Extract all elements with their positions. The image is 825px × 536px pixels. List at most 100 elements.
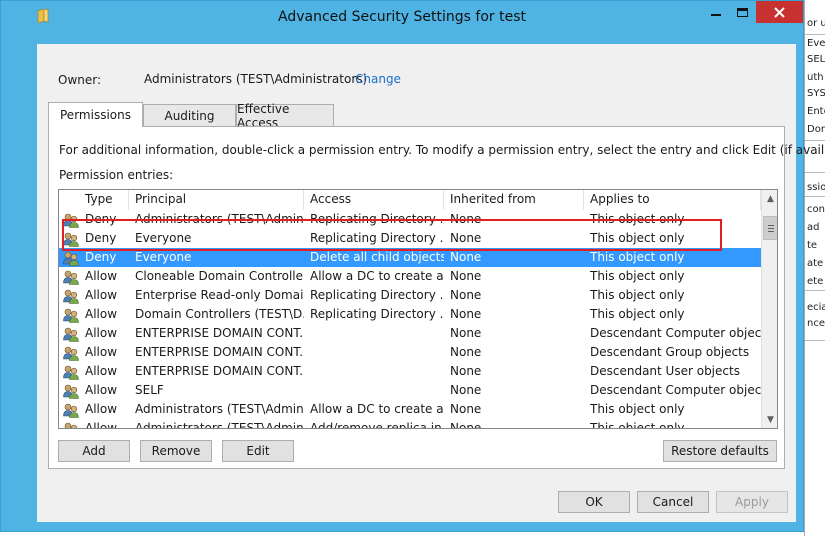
background-divider (805, 140, 825, 141)
permission-entries-list[interactable]: Type Principal Access Inherited from App… (58, 189, 778, 429)
cell-principal: ENTERPRISE DOMAIN CONT... (135, 326, 304, 340)
title-bar[interactable]: Advanced Security Settings for test (1, 1, 803, 35)
user-group-icon (63, 289, 79, 304)
edit-button[interactable]: Edit (222, 440, 294, 462)
cell-access: Replicating Directory ... (310, 288, 444, 302)
info-text: For additional information, double-click… (59, 143, 825, 157)
cell-inherited: None (450, 212, 482, 226)
table-row[interactable]: Deny Administrators (TEST\Admin... Replica… (59, 210, 761, 229)
column-header-inherited-from[interactable]: Inherited from (444, 190, 584, 210)
vertical-scrollbar[interactable]: ▲ ▼ (761, 190, 777, 428)
column-header-principal[interactable]: Principal (129, 190, 304, 210)
cell-principal: ENTERPRISE DOMAIN CONT... (135, 345, 304, 359)
cell-applies: Descendant Computer objects (590, 383, 761, 397)
user-group-icon (63, 384, 79, 399)
cell-inherited: None (450, 383, 482, 397)
background-text: Ever (807, 38, 825, 49)
cell-inherited: None (450, 288, 482, 302)
list-rows: Deny Administrators (TEST\Admin... Replica… (59, 210, 761, 428)
cell-access: Replicating Directory ... (310, 307, 444, 321)
cell-access: Replicating Directory ... (310, 212, 444, 226)
table-row[interactable]: Deny Everyone Delete all child objects None… (59, 248, 761, 267)
cell-access: Delete all child objects (310, 250, 444, 264)
table-row[interactable]: Allow Administrators (TEST\Admin... Add/re… (59, 419, 761, 429)
scroll-down-icon[interactable]: ▼ (762, 411, 777, 428)
cell-applies: This object only (590, 250, 685, 264)
table-row[interactable]: Allow Domain Controllers (TEST\D... Replic… (59, 305, 761, 324)
table-row[interactable]: Allow ENTERPRISE DOMAIN CONT... None Descen… (59, 324, 761, 343)
tab-auditing[interactable]: Auditing (143, 104, 236, 127)
background-text: conf (807, 204, 825, 215)
cell-access: Add/remove replica in ... (310, 421, 444, 429)
background-text: ete (807, 276, 824, 287)
minimize-icon (711, 14, 721, 16)
table-row[interactable]: Allow Enterprise Read-only Domain... Repli… (59, 286, 761, 305)
maximize-button[interactable] (729, 1, 755, 23)
cell-type: Deny (85, 250, 117, 264)
cell-access (304, 324, 444, 343)
cell-inherited: None (450, 326, 482, 340)
cancel-button[interactable]: Cancel (637, 491, 709, 513)
table-row[interactable]: Allow SELF None Descendant Computer objects (59, 381, 761, 400)
cell-principal: ENTERPRISE DOMAIN CONT... (135, 364, 304, 378)
apply-button[interactable]: Apply (716, 491, 788, 513)
cell-type: Allow (85, 402, 118, 416)
cell-type: Allow (85, 364, 118, 378)
cell-inherited: None (450, 345, 482, 359)
cell-type: Allow (85, 345, 118, 359)
scrollbar-thumb[interactable] (763, 216, 777, 240)
cell-applies: Descendant Computer objects (590, 326, 761, 340)
column-header-type[interactable]: Type (79, 190, 129, 210)
tab-permissions[interactable]: Permissions (48, 102, 143, 127)
cell-principal: SELF (135, 383, 164, 397)
restore-defaults-button[interactable]: Restore defaults (663, 440, 777, 462)
cell-type: Deny (85, 231, 117, 245)
cell-access: Allow a DC to create a ... (310, 269, 444, 283)
permissions-panel: For additional information, double-click… (48, 126, 825, 469)
cell-applies: This object only (590, 288, 685, 302)
cell-type: Allow (85, 326, 118, 340)
background-divider (805, 196, 825, 197)
background-text: te (807, 240, 818, 251)
cell-type: Allow (85, 269, 118, 283)
column-header-applies-to[interactable]: Applies to (584, 190, 761, 210)
table-row[interactable]: Deny Everyone Replicating Directory ... Non… (59, 229, 761, 248)
user-group-icon (63, 365, 79, 380)
cell-principal: Everyone (135, 231, 192, 245)
background-divider (805, 34, 825, 35)
add-button[interactable]: Add (58, 440, 130, 462)
permission-entries-label: Permission entries: (59, 168, 174, 182)
owner-label: Owner: (58, 73, 102, 87)
user-group-icon (63, 251, 79, 266)
background-text: ssion (807, 182, 825, 193)
remove-button[interactable]: Remove (140, 440, 212, 462)
cell-inherited: None (450, 250, 482, 264)
cell-principal: Administrators (TEST\Admin... (135, 212, 304, 226)
cell-access (304, 343, 444, 362)
cell-access: Replicating Directory ... (310, 231, 444, 245)
background-text: SYST (807, 88, 825, 99)
close-button[interactable] (756, 1, 803, 23)
scroll-up-icon[interactable]: ▲ (762, 190, 777, 207)
dialog-client-area: Owner: Administrators (TEST\Administrato… (37, 44, 825, 522)
table-row[interactable]: Allow ENTERPRISE DOMAIN CONT... None Descen… (59, 343, 761, 362)
column-header-access[interactable]: Access (304, 190, 444, 210)
background-text: Ente (807, 106, 825, 117)
table-row[interactable]: Allow Administrators (TEST\Admin... Allow … (59, 400, 761, 419)
cell-type: Allow (85, 288, 118, 302)
advanced-security-window: Advanced Security Settings for test Owne… (0, 0, 825, 532)
cell-applies: This object only (590, 212, 685, 226)
ok-button[interactable]: OK (558, 491, 630, 513)
user-group-icon (63, 308, 79, 323)
cell-applies: This object only (590, 307, 685, 321)
minimize-button[interactable] (703, 1, 729, 23)
maximize-icon (736, 7, 748, 17)
user-group-icon (63, 327, 79, 342)
table-row[interactable]: Allow Cloneable Domain Controller... Allow… (59, 267, 761, 286)
change-owner-link[interactable]: Change (355, 72, 401, 86)
table-row[interactable]: Allow ENTERPRISE DOMAIN CONT... None Descen… (59, 362, 761, 381)
cell-principal: Everyone (135, 250, 192, 264)
tab-effective-access[interactable]: Effective Access (236, 102, 334, 130)
background-text: uth (807, 72, 824, 83)
cell-applies: Descendant Group objects (590, 345, 750, 359)
